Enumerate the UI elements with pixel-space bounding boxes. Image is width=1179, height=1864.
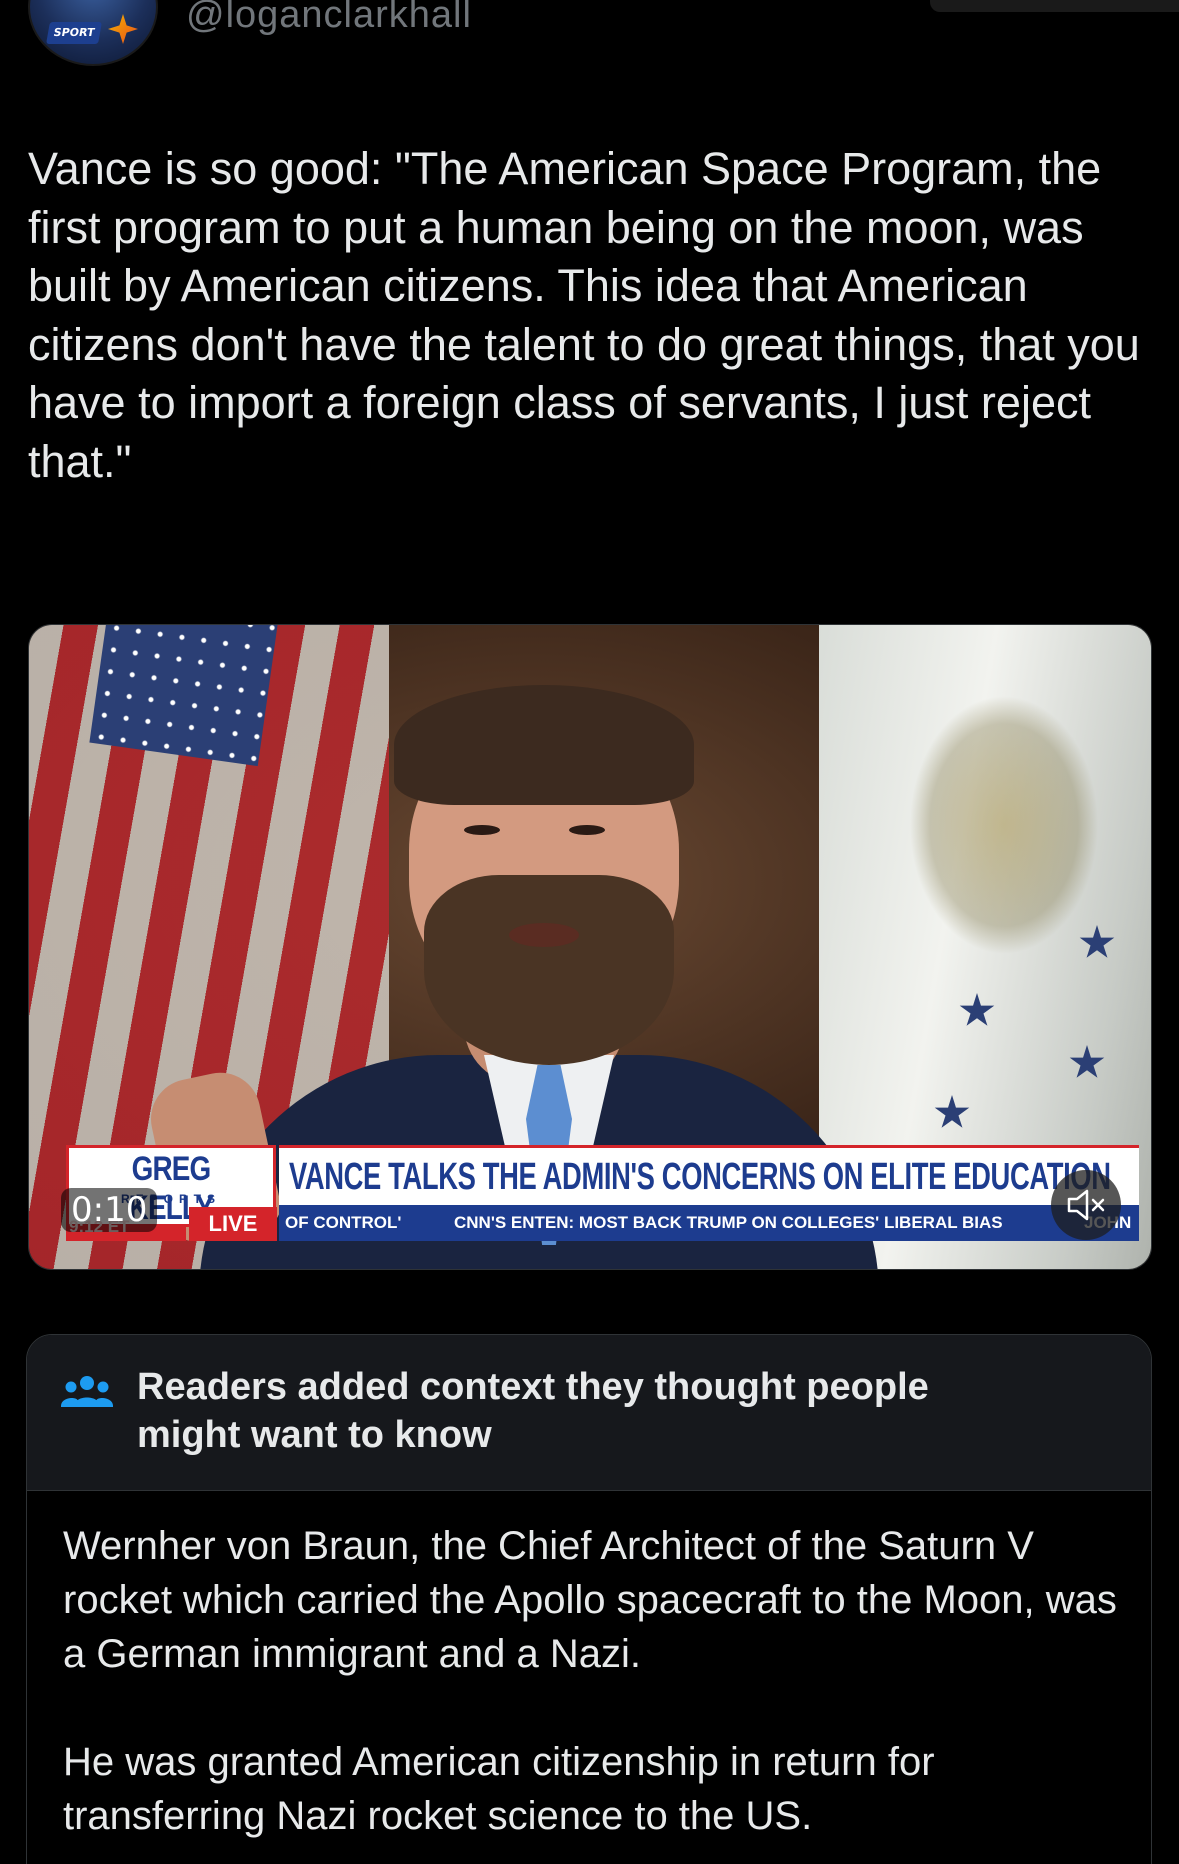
live-badge: LIVE — [189, 1207, 277, 1241]
user-handle[interactable]: @loganclarkhall — [186, 0, 472, 37]
video-player[interactable]: GREG KELLY REPORTS VANCE TALKS THE ADMIN… — [28, 624, 1152, 1270]
speaker-muted-icon — [1067, 1189, 1105, 1221]
community-note-header: Readers added context they thought peopl… — [27, 1335, 1151, 1491]
avatar-badge: SPORT — [46, 22, 102, 44]
person-mouth — [509, 923, 579, 947]
tweet-text: Vance is so good: "The American Space Pr… — [28, 143, 1153, 487]
lower-third-headline: VANCE TALKS THE ADMIN'S CONCERNS ON ELIT… — [279, 1145, 1139, 1205]
community-note: Readers added context they thought peopl… — [26, 1334, 1152, 1864]
community-note-body: Wernher von Braun, the Chief Architect o… — [63, 1519, 1123, 1864]
community-note-paragraph: Wernher von Braun, the Chief Architect o… — [63, 1524, 1117, 1676]
community-note-title: Readers added context they thought peopl… — [137, 1366, 929, 1456]
people-icon — [61, 1376, 113, 1407]
community-note-paragraph: He was granted American citizenship in r… — [63, 1740, 935, 1838]
tweet-header: SPORT @loganclarkhall — [0, 0, 1179, 80]
avatar[interactable]: SPORT — [28, 0, 158, 66]
us-flag-canton — [89, 625, 279, 767]
person-beard — [424, 875, 674, 1065]
news-ticker: OF CONTROL' CNN'S ENTEN: MOST BACK TRUMP… — [279, 1205, 1139, 1241]
ticker-item: OF CONTROL' — [285, 1213, 402, 1232]
person-eye — [569, 825, 605, 835]
person-eye — [464, 825, 500, 835]
lower-third-headline-text: VANCE TALKS THE ADMIN'S CONCERNS ON ELIT… — [289, 1156, 1111, 1198]
mute-button[interactable] — [1051, 1170, 1121, 1240]
tweet-page: SPORT @loganclarkhall Vance is so good: … — [0, 0, 1179, 1864]
ticker-item: CNN'S ENTEN: MOST BACK TRUMP ON COLLEGES… — [454, 1213, 1003, 1232]
person-hair — [394, 685, 694, 805]
video-timer: 0:10 — [61, 1188, 158, 1232]
avatar-spark-icon — [108, 14, 138, 44]
vp-seal-image — [909, 695, 1099, 955]
